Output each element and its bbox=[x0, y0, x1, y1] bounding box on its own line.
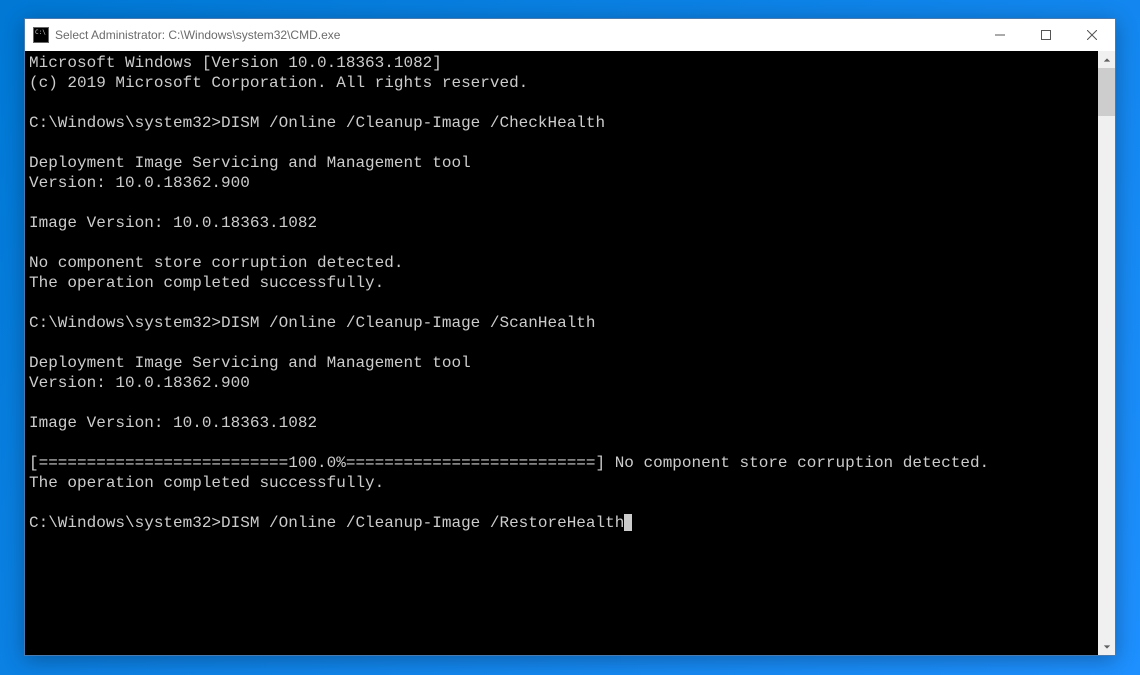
terminal-line: C:\Windows\system32>DISM /Online /Cleanu… bbox=[29, 313, 1094, 333]
terminal-line: Deployment Image Servicing and Managemen… bbox=[29, 353, 1094, 373]
terminal-line bbox=[29, 333, 1094, 353]
window-title: Select Administrator: C:\Windows\system3… bbox=[55, 28, 977, 42]
terminal-line: Deployment Image Servicing and Managemen… bbox=[29, 153, 1094, 173]
terminal-line: The operation completed successfully. bbox=[29, 273, 1094, 293]
scroll-down-button[interactable] bbox=[1098, 638, 1115, 655]
terminal-line: Image Version: 10.0.18363.1082 bbox=[29, 413, 1094, 433]
terminal-line: [==========================100.0%=======… bbox=[29, 453, 1094, 473]
scroll-up-button[interactable] bbox=[1098, 51, 1115, 68]
cmd-icon bbox=[33, 27, 49, 43]
vertical-scrollbar[interactable] bbox=[1098, 51, 1115, 655]
terminal-line bbox=[29, 133, 1094, 153]
close-button[interactable] bbox=[1069, 19, 1115, 51]
terminal-line: C:\Windows\system32>DISM /Online /Cleanu… bbox=[29, 513, 1094, 533]
terminal-line bbox=[29, 193, 1094, 213]
terminal-line: The operation completed successfully. bbox=[29, 473, 1094, 493]
terminal-line bbox=[29, 393, 1094, 413]
terminal-line: (c) 2019 Microsoft Corporation. All righ… bbox=[29, 73, 1094, 93]
terminal-line: Microsoft Windows [Version 10.0.18363.10… bbox=[29, 53, 1094, 73]
terminal-line bbox=[29, 293, 1094, 313]
terminal-line: Image Version: 10.0.18363.1082 bbox=[29, 213, 1094, 233]
terminal-line: Version: 10.0.18362.900 bbox=[29, 173, 1094, 193]
scrollbar-thumb[interactable] bbox=[1098, 68, 1115, 116]
terminal-line: No component store corruption detected. bbox=[29, 253, 1094, 273]
terminal-line bbox=[29, 433, 1094, 453]
terminal-line bbox=[29, 93, 1094, 113]
terminal-line bbox=[29, 233, 1094, 253]
window-controls bbox=[977, 19, 1115, 51]
minimize-button[interactable] bbox=[977, 19, 1023, 51]
text-cursor bbox=[624, 514, 632, 531]
terminal-line bbox=[29, 493, 1094, 513]
terminal-line: Version: 10.0.18362.900 bbox=[29, 373, 1094, 393]
terminal-area: Microsoft Windows [Version 10.0.18363.10… bbox=[25, 51, 1115, 655]
titlebar[interactable]: Select Administrator: C:\Windows\system3… bbox=[25, 19, 1115, 51]
terminal-output[interactable]: Microsoft Windows [Version 10.0.18363.10… bbox=[25, 51, 1098, 655]
maximize-button[interactable] bbox=[1023, 19, 1069, 51]
cmd-window: Select Administrator: C:\Windows\system3… bbox=[24, 18, 1116, 656]
terminal-line: C:\Windows\system32>DISM /Online /Cleanu… bbox=[29, 113, 1094, 133]
